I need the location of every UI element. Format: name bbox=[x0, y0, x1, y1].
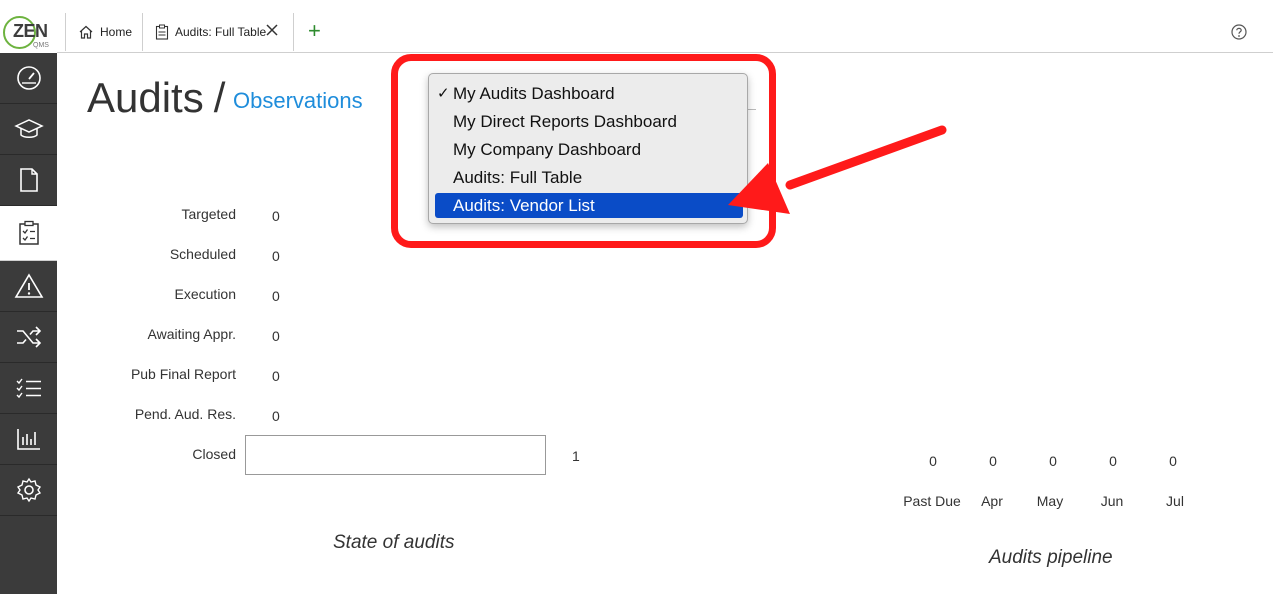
state-bar-closed[interactable] bbox=[245, 435, 546, 475]
close-icon[interactable] bbox=[265, 23, 279, 37]
state-value-pend-aud-res: 0 bbox=[272, 408, 280, 424]
logo-subtext: QMS bbox=[33, 42, 49, 49]
sidebar-item-documents[interactable] bbox=[0, 155, 57, 206]
pipeline-label-may: May bbox=[1036, 493, 1064, 509]
state-value-pub-final-report: 0 bbox=[272, 368, 280, 384]
sidebar-item-settings[interactable] bbox=[0, 465, 57, 516]
zen-qms-logo[interactable]: ZEN QMS bbox=[0, 12, 57, 53]
sidebar-item-training[interactable] bbox=[0, 104, 57, 155]
graduation-cap-icon bbox=[13, 119, 44, 138]
sidebar-item-dashboard[interactable] bbox=[0, 53, 57, 104]
state-label-pend-aud-res: Pend. Aud. Res. bbox=[134, 406, 236, 422]
gear-icon bbox=[16, 477, 41, 503]
breadcrumb-observations[interactable]: Observations bbox=[233, 88, 363, 114]
state-value-execution: 0 bbox=[272, 288, 280, 304]
pipeline-value-may: 0 bbox=[1049, 453, 1057, 469]
state-label-closed: Closed bbox=[192, 446, 236, 462]
sidebar-item-changes[interactable] bbox=[0, 312, 57, 363]
state-value-closed: 1 bbox=[572, 448, 580, 464]
state-label-awaiting-approval: Awaiting Appr. bbox=[147, 326, 236, 342]
annotation-highlight-box bbox=[391, 54, 776, 248]
state-label-scheduled: Scheduled bbox=[169, 246, 236, 262]
state-value-scheduled: 0 bbox=[272, 248, 280, 264]
state-label-execution: Execution bbox=[174, 286, 236, 302]
page-title-text: Audits bbox=[87, 74, 204, 121]
pipeline-label-jul: Jul bbox=[1166, 493, 1184, 509]
pipeline-value-jun: 0 bbox=[1109, 453, 1117, 469]
help-icon[interactable] bbox=[1231, 24, 1247, 40]
pipeline-value-jul: 0 bbox=[1169, 453, 1177, 469]
page-title: Audits / bbox=[87, 74, 225, 122]
document-icon bbox=[19, 168, 38, 192]
title-separator: / bbox=[213, 74, 226, 121]
add-tab-icon[interactable]: + bbox=[308, 20, 321, 42]
sidebar-item-tasks[interactable] bbox=[0, 363, 57, 414]
clipboard-icon bbox=[155, 24, 169, 40]
tab-bar: Home Audits: Full Table + bbox=[57, 12, 1273, 53]
logo-text: ZEN bbox=[13, 21, 48, 41]
pipeline-label-jun: Jun bbox=[1100, 493, 1124, 509]
state-value-awaiting-approval: 0 bbox=[272, 328, 280, 344]
audits-pipeline-caption: Audits pipeline bbox=[989, 547, 1113, 568]
checklist-icon bbox=[16, 378, 41, 399]
tab-audits-label: Audits: Full Table bbox=[175, 25, 267, 39]
sidebar-item-reports[interactable] bbox=[0, 414, 57, 465]
tab-home-label: Home bbox=[100, 25, 133, 39]
sidebar-item-audits[interactable] bbox=[0, 206, 57, 261]
sidebar-item-issues[interactable] bbox=[0, 261, 57, 312]
gauge-icon bbox=[16, 66, 41, 90]
bar-chart-icon bbox=[16, 429, 40, 450]
pipeline-value-past-due: 0 bbox=[929, 453, 937, 469]
pipeline-value-apr: 0 bbox=[989, 453, 997, 469]
state-of-audits-caption: State of audits bbox=[333, 532, 455, 553]
home-icon bbox=[79, 25, 93, 39]
state-label-targeted: Targeted bbox=[181, 206, 236, 222]
warning-icon bbox=[14, 273, 43, 298]
tab-home[interactable]: Home bbox=[65, 13, 143, 51]
state-value-targeted: 0 bbox=[272, 208, 280, 224]
sidebar bbox=[0, 53, 57, 594]
tab-audits-full-table[interactable]: Audits: Full Table bbox=[142, 13, 294, 51]
clipboard-check-icon bbox=[18, 220, 39, 245]
shuffle-icon bbox=[16, 326, 41, 348]
state-label-pub-final-report: Pub Final Report bbox=[130, 366, 236, 382]
